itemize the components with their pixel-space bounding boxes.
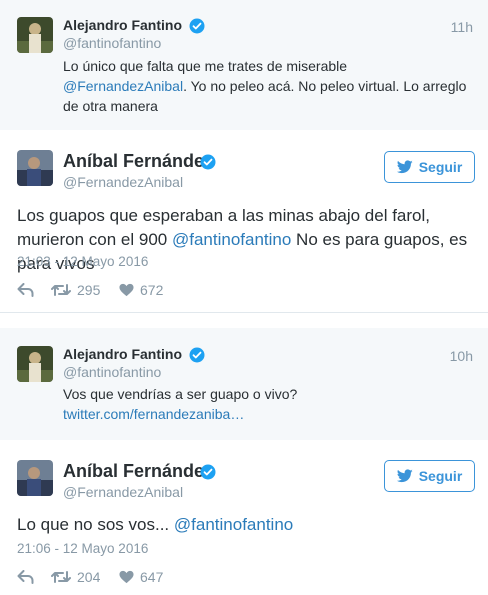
mention-link[interactable]: @fantinofantino — [174, 515, 293, 534]
author-handle[interactable]: @fantinofantino — [63, 35, 161, 51]
heart-icon — [119, 570, 134, 584]
author-name[interactable]: Aníbal Fernández — [63, 461, 213, 482]
like-count: 647 — [140, 569, 164, 585]
avatar[interactable] — [17, 17, 53, 53]
follow-button[interactable]: Seguir — [384, 151, 475, 183]
main-tweet-1[interactable]: Aníbal Fernández @FernandezAnibal Seguir… — [0, 130, 488, 312]
avatar[interactable] — [17, 150, 53, 186]
tweet-time[interactable]: 10h — [450, 348, 473, 364]
mention-link[interactable]: @FernandezAnibal — [63, 78, 183, 94]
retweet-count: 204 — [77, 569, 101, 585]
reply-tweet-1[interactable]: Alejandro Fantino @fantinofantino 11h Lo… — [0, 0, 488, 130]
tweet-date[interactable]: 21:03 - 12 Mayo 2016 — [17, 254, 148, 269]
retweet-button[interactable]: 204 — [51, 569, 119, 585]
follow-button[interactable]: Seguir — [384, 460, 475, 492]
author-handle[interactable]: @FernandezAnibal — [63, 174, 183, 190]
follow-label: Seguir — [418, 159, 463, 175]
tweet-actions: 295 672 — [17, 280, 163, 300]
like-button[interactable]: 647 — [119, 569, 163, 585]
text-segment: Vos que vendrías a ser guapo o vivo? — [63, 386, 298, 402]
tweet-text: Lo que no sos vos... @fantinofantino — [17, 513, 477, 537]
like-count: 672 — [140, 282, 164, 298]
verified-icon — [189, 347, 205, 363]
reply-button[interactable] — [17, 570, 51, 584]
retweet-count: 295 — [77, 282, 101, 298]
retweet-icon — [51, 571, 71, 583]
retweet-button[interactable]: 295 — [51, 282, 119, 298]
author-name[interactable]: Aníbal Fernández — [63, 151, 213, 172]
divider — [0, 312, 488, 313]
author-handle[interactable]: @FernandezAnibal — [63, 484, 183, 500]
retweet-icon — [51, 284, 71, 296]
reply-text: Vos que vendrías a ser guapo o vivo? twi… — [63, 384, 473, 424]
tweet-time[interactable]: 11h — [451, 19, 473, 35]
external-link[interactable]: twitter.com/fernandezaniba… — [63, 406, 244, 422]
mention-link[interactable]: @fantinofantino — [172, 230, 291, 249]
avatar[interactable] — [17, 460, 53, 496]
follow-label: Seguir — [418, 468, 463, 484]
verified-icon — [200, 154, 216, 170]
verified-icon — [189, 18, 205, 34]
tweet-actions: 204 647 — [17, 567, 163, 587]
text-segment: Lo único que falta que me trates de mise… — [63, 58, 348, 74]
text-segment: Lo que no sos vos... — [17, 515, 174, 534]
reply-icon — [17, 570, 34, 584]
reply-tweet-2[interactable]: Alejandro Fantino @fantinofantino 10h Vo… — [0, 328, 488, 440]
twitter-bird-icon — [396, 160, 413, 174]
main-tweet-2[interactable]: Aníbal Fernández @FernandezAnibal Seguir… — [0, 440, 488, 595]
twitter-bird-icon — [396, 469, 413, 483]
like-button[interactable]: 672 — [119, 282, 163, 298]
tweet-date[interactable]: 21:06 - 12 Mayo 2016 — [17, 541, 148, 556]
verified-icon — [200, 464, 216, 480]
avatar[interactable] — [17, 346, 53, 382]
author-name[interactable]: Alejandro Fantino — [63, 17, 182, 33]
reply-button[interactable] — [17, 283, 51, 297]
reply-icon — [17, 283, 34, 297]
author-name[interactable]: Alejandro Fantino — [63, 346, 182, 362]
author-handle[interactable]: @fantinofantino — [63, 364, 161, 380]
heart-icon — [119, 283, 134, 297]
reply-text: Lo único que falta que me trates de mise… — [63, 56, 473, 116]
